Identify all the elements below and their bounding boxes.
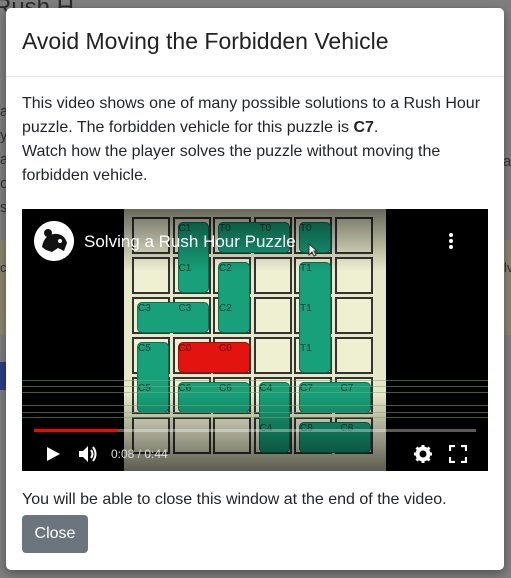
video-title[interactable]: Solving a Rush Hour Puzzle <box>84 232 296 252</box>
volume-icon[interactable] <box>77 444 99 464</box>
settings-gear-icon[interactable] <box>413 444 433 464</box>
video-artifact-line <box>22 417 488 418</box>
vehicle <box>299 262 331 373</box>
video-progress-fill <box>34 429 118 432</box>
video-artifact-line <box>22 392 488 393</box>
background-panel-right: lv <box>504 240 511 335</box>
board-cell <box>334 337 373 374</box>
more-options-icon[interactable] <box>443 233 459 253</box>
modal-title: Avoid Moving the Forbidden Vehicle <box>22 28 389 54</box>
vehicle-label: C5 <box>138 343 151 354</box>
vehicle-label: C3 <box>138 303 151 314</box>
modal-description: This video shows one of many possible so… <box>22 92 492 188</box>
close-instruction-text: You will be able to close this window at… <box>22 491 447 508</box>
description-period: . <box>373 119 379 136</box>
modal-header: Avoid Moving the Forbidden Vehicle <box>6 8 504 77</box>
channel-avatar-icon[interactable] <box>34 221 74 261</box>
mouse-cursor-icon <box>308 243 318 257</box>
vehicle-label: T1 <box>300 303 312 314</box>
video-player[interactable]: C1T0T0T0C1C2T1C3C3C2T1C5C0C0T1C5C6C6C4C7… <box>22 209 488 471</box>
play-icon[interactable] <box>44 445 62 463</box>
board-cell <box>253 297 292 334</box>
video-progress-bar[interactable] <box>34 429 476 432</box>
fullscreen-icon[interactable] <box>449 445 467 463</box>
modal-body: This video shows one of many possible so… <box>22 92 492 188</box>
board-cell <box>253 337 292 374</box>
modal-dialog: Avoid Moving the Forbidden Vehicle This … <box>6 8 504 570</box>
video-time-display: 0:08 / 0:44 <box>111 447 168 461</box>
close-button[interactable]: Close <box>22 515 88 553</box>
description-line-2: Watch how the player solves the puzzle w… <box>22 143 441 184</box>
video-artifact-line <box>22 386 488 387</box>
vehicle-label: C0 <box>178 343 192 354</box>
description-text: This video shows one of many possible so… <box>22 95 481 136</box>
vehicle-label: C3 <box>178 303 192 314</box>
video-artifact-line <box>22 412 488 413</box>
forbidden-vehicle-name: C7 <box>353 119 374 136</box>
video-artifact-line <box>22 380 488 381</box>
vehicle-label: C0 <box>219 343 232 354</box>
board-cell <box>334 297 373 334</box>
vehicle-label: T1 <box>300 343 312 354</box>
video-artifact-line <box>22 405 488 406</box>
background-text-right: a <box>503 153 511 170</box>
vehicle-label: C2 <box>219 303 232 314</box>
